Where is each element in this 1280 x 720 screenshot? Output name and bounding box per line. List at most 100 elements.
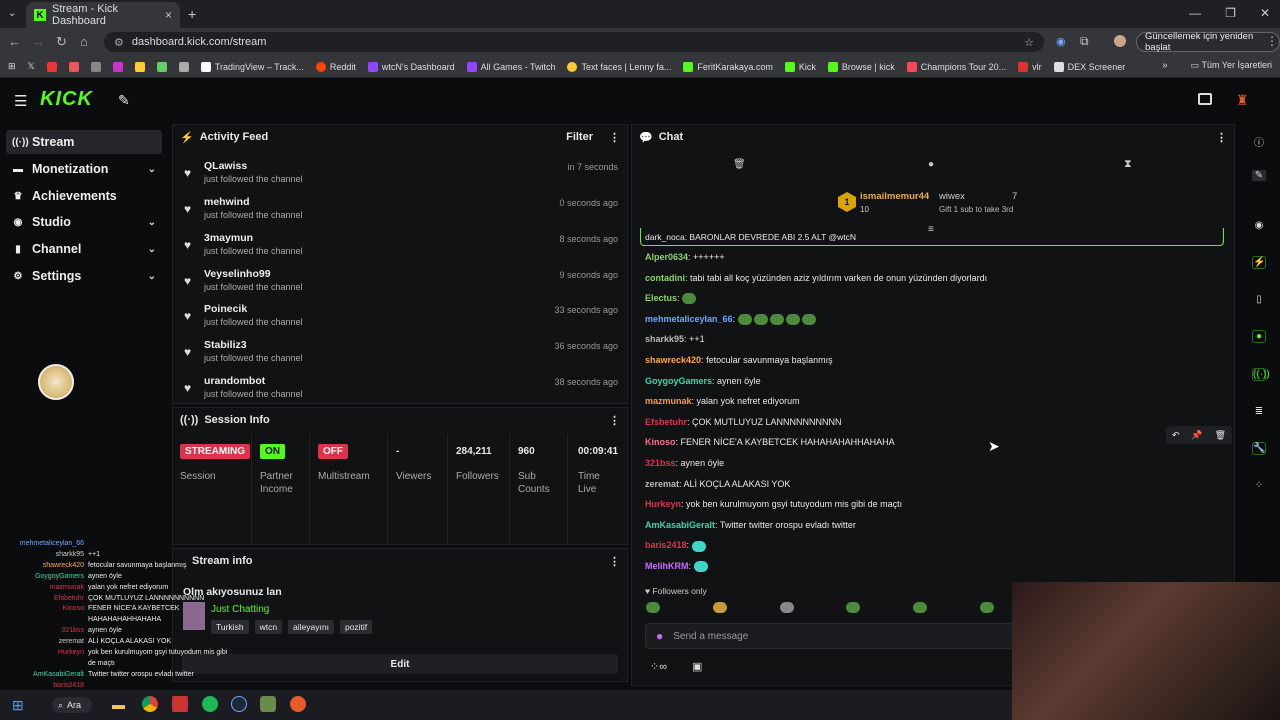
favicon-icon[interactable]	[90, 61, 101, 72]
wrench-icon[interactable]: 🔧	[1252, 442, 1266, 455]
channel-avatar-icon[interactable]: ♜	[1236, 92, 1249, 109]
bookmark-champions-tour[interactable]: Champions Tour 20...	[906, 61, 1006, 72]
chat-bubble-icon[interactable]: ●	[928, 159, 934, 170]
bookmark-wtcn-dashboard[interactable]: wtcN's Dashboard	[367, 61, 455, 72]
bookmark-vlr[interactable]: vlr	[1018, 61, 1042, 72]
url-field[interactable]: ⚙ dashboard.kick.com/stream ☆	[104, 32, 1044, 52]
app-icon[interactable]	[172, 696, 188, 712]
browser-menu-icon[interactable]: ⋮	[1266, 34, 1278, 48]
bookmark-feritkarakaya[interactable]: FeritKarakaya.com	[683, 61, 773, 72]
emote-icon[interactable]	[779, 602, 794, 613]
emote-icon[interactable]	[712, 602, 727, 613]
chat-username[interactable]: Hurkeyn	[645, 499, 681, 509]
chat-username[interactable]: mehmetaliceylan_66	[645, 314, 733, 324]
category-link[interactable]: Just Chatting	[211, 604, 269, 615]
more-options-icon[interactable]: ⋮	[609, 555, 620, 568]
microphone-icon[interactable]: ●	[656, 629, 663, 643]
more-bookmarks-icon[interactable]: »	[1162, 60, 1168, 71]
home-icon[interactable]: ⌂	[80, 34, 88, 49]
chrome-icon[interactable]	[142, 696, 158, 712]
browser-tab[interactable]: K Stream - Kick Dashboard ×	[26, 2, 180, 28]
sidebar-item-achievements[interactable]: ♛ Achievements	[6, 184, 162, 208]
chat-username[interactable]: shawreck420	[645, 355, 701, 365]
chat-username[interactable]: zeremat	[645, 479, 679, 489]
top-gifter-name[interactable]: ismailmemur44	[860, 191, 929, 202]
all-bookmarks[interactable]: ▭ Tüm Yer İşaretleri	[1191, 60, 1272, 71]
store-icon[interactable]: ▣	[692, 660, 702, 673]
chat-username[interactable]: Alper0634	[645, 252, 688, 262]
sidebar-item-channel[interactable]: ▮ Channel ⌄	[6, 237, 162, 261]
bookmark-browse-kick[interactable]: Browse | kick	[827, 61, 895, 72]
update-button[interactable]: Güncellemek için yeniden başlat	[1136, 31, 1280, 53]
layers-icon[interactable]: ≣	[1252, 406, 1266, 417]
trash-icon[interactable]: 🗑	[733, 159, 746, 170]
hourglass-icon[interactable]: ⧗	[1124, 158, 1132, 171]
edit-icon[interactable]: ✎	[1252, 170, 1266, 181]
close-window-icon[interactable]: ✕	[1260, 6, 1270, 20]
capture-icon[interactable]: ◉	[1252, 220, 1266, 231]
chat-username[interactable]: sharkk95	[645, 334, 684, 344]
chat-username[interactable]: contadini	[645, 273, 685, 283]
more-options-icon[interactable]: ⋮	[609, 131, 620, 144]
chat-username[interactable]: Electus	[645, 293, 677, 303]
extensions-puzzle-icon[interactable]: ⧉	[1080, 34, 1089, 49]
site-info-icon[interactable]: ⚙	[114, 36, 124, 49]
tag[interactable]: Turkish	[211, 620, 249, 634]
back-icon[interactable]: ←	[8, 34, 21, 49]
chat-username[interactable]: GoygoyGamers	[645, 376, 712, 386]
emote-icon[interactable]	[646, 602, 660, 613]
sidebar-item-monetization[interactable]: ▬ Monetization ⌄	[6, 157, 162, 181]
filter-button[interactable]: Filter	[566, 131, 593, 143]
bookmark-text-faces[interactable]: Text faces | Lenny fa...	[567, 61, 671, 72]
bookmark-all-games-twitch[interactable]: All Games - Twitch	[466, 61, 555, 72]
maximize-icon[interactable]: ❐	[1225, 6, 1236, 20]
lightning-icon[interactable]: ⚡	[1252, 256, 1266, 269]
emote-icon[interactable]	[913, 602, 928, 613]
pin-icon[interactable]: 📌	[1191, 430, 1202, 441]
chat-username[interactable]: Kinoso	[645, 437, 676, 447]
chat-username[interactable]: mazmunak	[645, 396, 692, 406]
emote-icon[interactable]	[979, 602, 994, 613]
forward-icon[interactable]: →	[32, 34, 45, 49]
profile-avatar[interactable]	[1114, 35, 1126, 47]
minimize-icon[interactable]: —	[1189, 6, 1201, 20]
taskbar-search[interactable]: ⌕ Ara	[52, 697, 92, 713]
sidebar-item-studio[interactable]: ◉ Studio ⌄	[6, 210, 162, 234]
favicon-icon[interactable]	[156, 61, 167, 72]
youtube-favicon-icon[interactable]	[46, 61, 57, 72]
gift-prompt[interactable]: Gift 1 sub to take 3rd	[939, 205, 1013, 214]
edit-button[interactable]: Edit	[182, 654, 618, 674]
x-favicon-icon[interactable]: 𝕏	[28, 61, 35, 72]
app-icon[interactable]	[290, 696, 306, 712]
bookmark-star-icon[interactable]: ☆	[1024, 36, 1034, 49]
more-options-icon[interactable]: ⋮	[609, 414, 620, 427]
apps-icon[interactable]: ⊞	[8, 61, 16, 72]
chat-username[interactable]: 321bss	[645, 458, 676, 468]
kick-logo[interactable]: KICK	[40, 88, 93, 111]
extension-icon[interactable]: ◉	[1056, 35, 1066, 48]
favicon-icon[interactable]	[178, 61, 189, 72]
chat-input[interactable]: ● Send a message	[645, 623, 1015, 649]
tag[interactable]: wtcn	[254, 620, 283, 634]
screen-icon[interactable]	[1198, 93, 1212, 105]
copy-icon[interactable]: ▯	[1252, 294, 1266, 305]
close-tab-icon[interactable]: ×	[165, 8, 172, 22]
bookmark-dex-screener[interactable]: DEX Screener	[1053, 61, 1125, 72]
broadcast-icon[interactable]: ((·))	[1252, 368, 1270, 381]
creator-tools-icon[interactable]: ✎	[118, 92, 130, 109]
tag[interactable]: aileyayını	[288, 620, 334, 634]
tag[interactable]: pozitif	[339, 620, 373, 634]
emote-icon[interactable]	[846, 602, 861, 613]
bookmark-tradingview[interactable]: TradingView – Track...	[200, 61, 304, 72]
favicon-icon[interactable]	[68, 61, 79, 72]
chat-username[interactable]: MelihKRM	[645, 561, 689, 571]
chat-bubble-icon[interactable]: ●	[1252, 330, 1266, 343]
file-explorer-icon[interactable]: ▬	[112, 697, 125, 712]
chat-username[interactable]: AmKasabiGeralt	[645, 520, 715, 530]
second-gifter-name[interactable]: wiwex	[939, 191, 965, 202]
info-icon[interactable]: ⓘ	[1252, 134, 1266, 149]
chat-username[interactable]: baris2418	[645, 540, 687, 550]
new-tab-icon[interactable]: +	[188, 6, 196, 22]
sidebar-item-settings[interactable]: ⚙ Settings ⌄	[6, 264, 162, 288]
bookmark-kick[interactable]: Kick	[784, 61, 816, 72]
